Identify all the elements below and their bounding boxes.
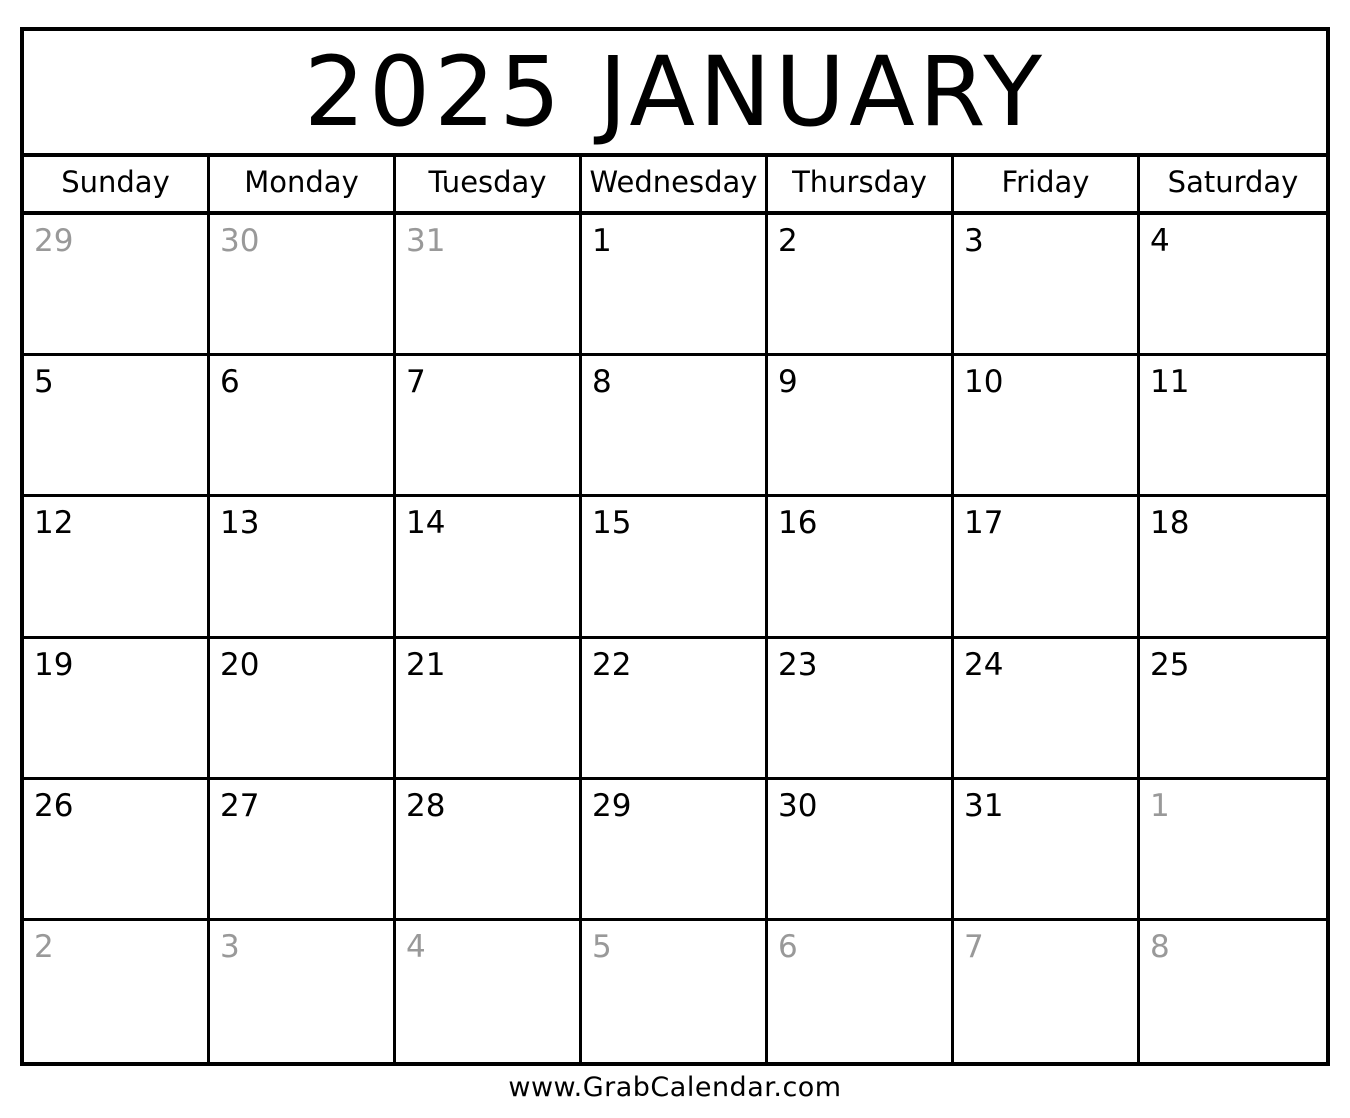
day-cell: 23	[768, 638, 954, 780]
day-number: 22	[592, 646, 632, 683]
day-number: 25	[1150, 646, 1190, 683]
day-number: 12	[34, 505, 74, 542]
day-cell: 22	[582, 638, 768, 780]
day-number: 15	[592, 505, 632, 542]
day-cell: 2	[768, 215, 954, 357]
day-cell: 28	[396, 779, 582, 921]
day-number: 6	[778, 928, 798, 965]
weekday-header-saturday: Saturday	[1167, 165, 1299, 199]
day-cell: 4	[1140, 215, 1326, 357]
day-cell-other-month: 8	[1140, 921, 1326, 1062]
day-number: 26	[34, 787, 74, 824]
weekday-header-tuesday: Tuesday	[396, 157, 582, 211]
day-cell-other-month: 5	[582, 920, 768, 1062]
day-cell: 24	[954, 638, 1140, 780]
day-number: 18	[1150, 505, 1190, 542]
day-number: 5	[34, 364, 54, 401]
day-cell-other-month: 4	[396, 920, 582, 1062]
day-number: 7	[406, 364, 426, 401]
day-number: 29	[34, 223, 74, 259]
title-row: 2025 JANUARY	[24, 31, 1326, 157]
day-number: 19	[34, 646, 74, 683]
day-cell: 6	[210, 356, 396, 498]
day-cell: 21	[396, 638, 582, 780]
day-cell-other-month: 6	[768, 920, 954, 1062]
day-cell-other-month: 29	[24, 215, 210, 357]
day-number: 8	[592, 364, 612, 401]
weekday-header-thursday: Thursday	[768, 157, 954, 211]
day-number: 6	[220, 364, 240, 401]
day-number: 5	[592, 928, 612, 965]
day-number: 28	[406, 787, 446, 824]
weekday-header-row: Sunday Monday Tuesday Wednesday Thursday Frid…	[24, 157, 1326, 215]
day-cell: 26	[24, 779, 210, 921]
day-number: 1	[1150, 787, 1170, 824]
day-number: 24	[964, 646, 1004, 683]
day-cell: 29	[582, 779, 768, 921]
day-cell: 25	[1140, 639, 1326, 780]
day-cell: 9	[768, 356, 954, 498]
day-cell-other-month: 7	[954, 920, 1140, 1062]
day-cell-other-month: 3	[210, 920, 396, 1062]
day-cell: 13	[210, 497, 396, 639]
footer-website[interactable]: www.GrabCalendar.com	[0, 1072, 1350, 1103]
day-number: 31	[406, 223, 446, 259]
day-cell: 7	[396, 356, 582, 498]
day-cell: 20	[210, 638, 396, 780]
day-cell: 16	[768, 497, 954, 639]
day-number: 1	[592, 223, 612, 259]
day-cell: 8	[582, 356, 768, 498]
day-cell: 19	[24, 638, 210, 780]
day-number: 13	[220, 505, 260, 542]
day-number: 20	[220, 646, 260, 683]
day-number: 16	[778, 505, 818, 542]
day-cell: 18	[1140, 497, 1326, 639]
day-number: 2	[34, 928, 54, 965]
calendar-title: 2025 JANUARY	[303, 36, 1047, 148]
weekday-header-wednesday: Wednesday	[582, 157, 768, 211]
day-number: 4	[406, 928, 426, 965]
day-number: 3	[220, 928, 240, 965]
day-cell: 5	[24, 356, 210, 498]
day-number: 29	[592, 787, 632, 824]
day-cell-other-month: 30	[210, 215, 396, 357]
day-cell: 12	[24, 497, 210, 639]
weekday-header-friday: Friday	[954, 157, 1140, 211]
day-number: 7	[964, 928, 984, 965]
day-number: 8	[1150, 928, 1170, 965]
day-number: 2	[778, 223, 798, 259]
weekday-header-monday: Monday	[210, 157, 396, 211]
day-number: 14	[406, 505, 446, 542]
day-cell: 14	[396, 497, 582, 639]
day-number: 11	[1150, 364, 1190, 401]
calendar: 2025 JANUARY Sunday Monday Tuesday Wednesda…	[20, 27, 1330, 1066]
day-number: 17	[964, 505, 1004, 542]
day-number: 27	[220, 787, 260, 824]
day-cell: 15	[582, 497, 768, 639]
day-cell-other-month: 31	[396, 215, 582, 357]
day-cell-other-month: 1	[1140, 780, 1326, 921]
weekday-header-sunday: Sunday	[24, 157, 210, 211]
day-cell: 27	[210, 779, 396, 921]
day-number: 23	[778, 646, 818, 683]
day-number: 4	[1150, 223, 1170, 259]
day-cell: 17	[954, 497, 1140, 639]
day-grid: 29 30 31 1 2 3 4 5 6 7 8 9 10 11 12 13 14 15 16 17 18 19 20 21 2…	[24, 215, 1326, 1062]
day-cell: 11	[1140, 356, 1326, 498]
day-number: 9	[778, 364, 798, 401]
day-number: 30	[220, 223, 260, 259]
day-number: 3	[964, 223, 984, 259]
day-cell: 1	[582, 215, 768, 357]
day-cell-other-month: 2	[24, 920, 210, 1062]
day-cell: 31	[954, 779, 1140, 921]
day-number: 21	[406, 646, 446, 683]
day-number: 31	[964, 787, 1004, 824]
day-cell: 10	[954, 356, 1140, 498]
day-number: 30	[778, 787, 818, 824]
day-cell: 30	[768, 779, 954, 921]
day-cell: 3	[954, 215, 1140, 357]
day-number: 10	[964, 364, 1004, 401]
